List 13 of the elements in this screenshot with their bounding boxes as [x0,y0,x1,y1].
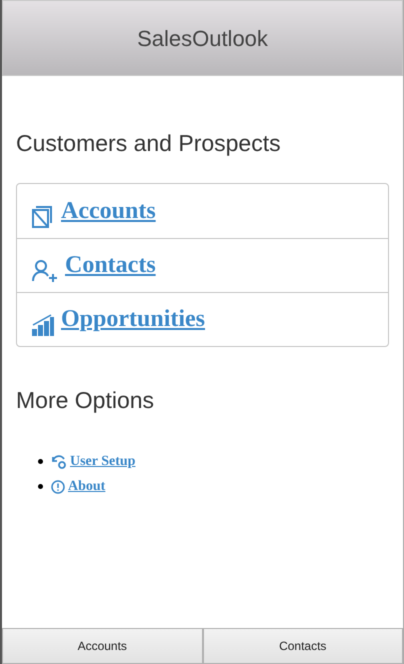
add-person-icon [31,259,59,283]
info-icon [51,480,65,494]
tab[interactable]: Contacts [202,628,403,664]
section-heading: Customers and Prospects [16,129,282,158]
app-title: SalesOutlook [137,24,268,52]
bar-chart-icon [31,313,55,337]
option-link[interactable]: User Setup [51,451,136,472]
nav-link[interactable]: Accounts [31,192,156,228]
nav-link[interactable]: Opportunities [31,301,206,337]
section-heading: More Options [16,386,156,415]
tab[interactable]: Accounts [2,628,202,664]
option-link[interactable]: About [51,476,106,497]
nav-link[interactable]: Contacts [31,247,156,283]
